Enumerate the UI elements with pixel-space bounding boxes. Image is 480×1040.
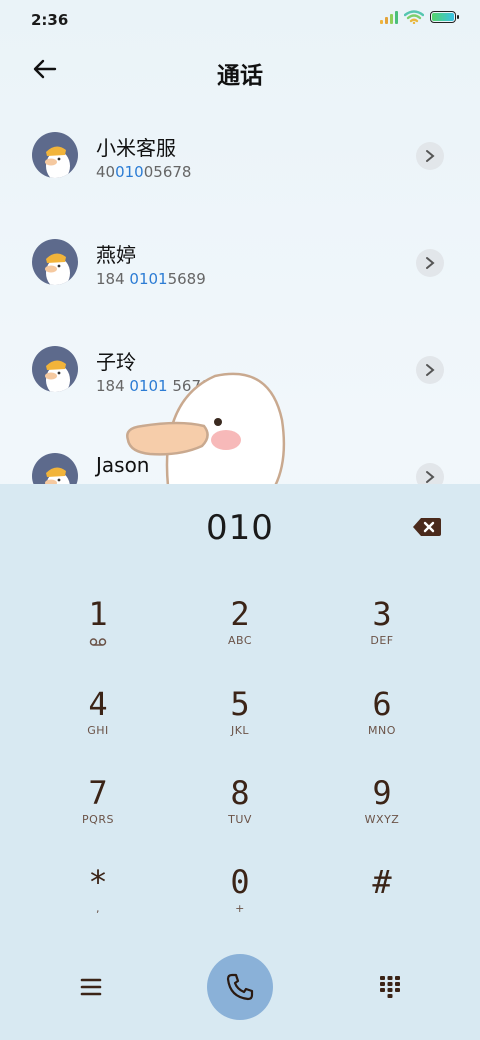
- key-1[interactable]: 1: [38, 596, 158, 676]
- key-6[interactable]: 6 MNO: [322, 686, 442, 766]
- voicemail-icon: [89, 638, 107, 646]
- dialer-bottom-bar: [0, 954, 480, 1024]
- keypad-icon[interactable]: [378, 974, 402, 1000]
- chevron-right-icon: [426, 471, 435, 483]
- key-2[interactable]: 2 ABC: [180, 596, 300, 676]
- key-star[interactable]: * ,: [38, 864, 158, 944]
- contact-detail-button[interactable]: [416, 249, 444, 277]
- status-time: 2:36: [31, 11, 69, 29]
- wifi-icon: [404, 10, 424, 24]
- dialed-number: 010: [206, 508, 274, 548]
- chevron-right-icon: [426, 364, 435, 376]
- key-9[interactable]: 9 WXYZ: [322, 775, 442, 855]
- key-5[interactable]: 5 JKL: [180, 686, 300, 766]
- phone-icon: [226, 973, 254, 1001]
- battery-icon: [430, 11, 459, 23]
- contact-item[interactable]: 燕婷 184 01015689: [0, 213, 480, 313]
- contact-detail-button[interactable]: [416, 356, 444, 384]
- key-4[interactable]: 4 GHI: [38, 686, 158, 766]
- chevron-right-icon: [426, 257, 435, 269]
- duck-avatar-icon: [32, 239, 78, 285]
- key-8[interactable]: 8 TUV: [180, 775, 300, 855]
- contact-number: 4001005678: [96, 163, 192, 181]
- dialer-keypad: 010 1 2 ABC 3 DEF 4 GHI 5 JKL 6 MNO 7 PQ…: [0, 484, 480, 1040]
- call-button[interactable]: [207, 954, 273, 1020]
- key-7[interactable]: 7 PQRS: [38, 775, 158, 855]
- key-0[interactable]: 0 +: [180, 864, 300, 944]
- chevron-right-icon: [426, 150, 435, 162]
- key-3[interactable]: 3 DEF: [322, 596, 442, 676]
- header: 通话: [0, 40, 480, 100]
- menu-icon[interactable]: [78, 974, 104, 1000]
- signal-icon: [380, 10, 398, 24]
- key-hash[interactable]: #: [322, 864, 442, 944]
- duck-avatar-icon: [32, 346, 78, 392]
- contact-name: 小米客服: [96, 136, 176, 160]
- status-icons: [380, 10, 459, 24]
- contact-name: 燕婷: [96, 243, 136, 267]
- page-title: 通话: [217, 63, 263, 89]
- status-bar: 2:36: [0, 0, 480, 40]
- duck-illustration-icon: [126, 372, 286, 486]
- contact-detail-button[interactable]: [416, 142, 444, 170]
- duck-avatar-icon: [32, 132, 78, 178]
- contact-item[interactable]: 小米客服 4001005678: [0, 106, 480, 206]
- backspace-icon[interactable]: [412, 516, 442, 538]
- contact-number: 184 01015689: [96, 270, 206, 288]
